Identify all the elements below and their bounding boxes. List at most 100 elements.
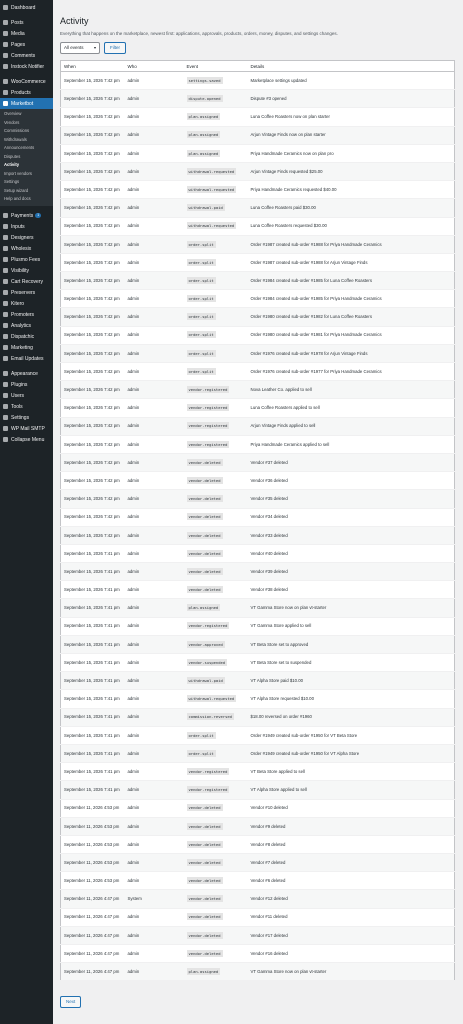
cell-details: Order #1984 created sub-order #1985 for … xyxy=(247,289,455,309)
cell-event: vendor.deleted xyxy=(183,871,248,891)
sidebar-item-users[interactable]: Users xyxy=(0,390,53,401)
sidebar-item-dashboard[interactable]: Dashboard xyxy=(0,2,53,13)
sidebar-item-wholesix[interactable]: Wholesix xyxy=(0,243,53,254)
cell-details: Vendor #33 deleted xyxy=(247,526,455,545)
cell-who: admin xyxy=(124,253,184,273)
cell-details: Vendor #17 deleted xyxy=(247,926,455,946)
sidebar-item-email-updates[interactable]: Email Updates xyxy=(0,353,53,364)
cell-details: Vendor #12 deleted xyxy=(247,889,455,909)
sidebar-item-posts[interactable]: Posts xyxy=(0,17,53,28)
event-code: vendor.registered xyxy=(186,786,230,794)
sidebar-item-label: Comments xyxy=(11,52,36,59)
sidebar-item-analytics[interactable]: Analytics xyxy=(0,320,53,331)
cell-event: withdrawal.requested xyxy=(183,689,248,709)
sidebar-item-settings[interactable]: Settings xyxy=(0,412,53,423)
sidebar-item-appearance[interactable]: Appearance xyxy=(0,368,53,379)
cell-event: vendor.deleted xyxy=(183,562,248,582)
sidebar-item-media[interactable]: Media xyxy=(0,28,53,39)
submenu-item-help-and-docs[interactable]: Help and docs xyxy=(0,195,53,204)
submenu-item-announcements[interactable]: Announcements xyxy=(0,144,53,153)
cell-details: Order #1949 created sub-order #1950 for … xyxy=(247,726,455,745)
table-row: September 15, 2026 7:41 pm admin order.spl… xyxy=(60,744,455,764)
cell-event: commission.reversed xyxy=(183,708,248,727)
event-code: vendor.registered xyxy=(186,767,230,775)
event-code: vendor.suspended xyxy=(186,658,228,666)
submenu-item-disputes[interactable]: Disputes xyxy=(0,153,53,162)
column-header-who: Who xyxy=(124,60,184,72)
submenu-item-overview[interactable]: Overview xyxy=(0,110,53,119)
sidebar-item-marketing[interactable]: Marketing xyxy=(0,342,53,353)
sidebar-item-tools[interactable]: Tools xyxy=(0,401,53,412)
submenu-item-vendors[interactable]: Vendors xyxy=(0,119,53,128)
sidebar-item-plugins[interactable]: Plugins xyxy=(0,379,53,390)
sidebar-item-comments[interactable]: Comments xyxy=(0,50,53,61)
sidebar-item-woocommerce[interactable]: WooCommerce xyxy=(0,76,53,87)
sidebar-item-plusmo-fees[interactable]: Plusmo Fees xyxy=(0,254,53,265)
sidebar-item-marketbot[interactable]: Marketbot xyxy=(0,98,53,109)
cell-who: admin xyxy=(124,544,184,564)
event-code: commission.reversed xyxy=(186,713,234,721)
event-code: plan.assigned xyxy=(186,113,221,121)
event-filter-select[interactable]: All events ▾ xyxy=(60,42,100,54)
submenu-item-settings[interactable]: Settings xyxy=(0,178,53,187)
tools-icon xyxy=(3,404,8,410)
sidebar-item-label: Preservers xyxy=(11,289,36,296)
sidebar-item-inputs[interactable]: Inputs xyxy=(0,221,53,232)
sidebar-item-payments[interactable]: Payments 1 xyxy=(0,210,53,221)
sidebar-item-visibility[interactable]: Visibility xyxy=(0,265,53,276)
sidebar-item-label: Cart Recovery xyxy=(11,278,43,285)
email-icon xyxy=(3,356,8,362)
cell-who: admin xyxy=(124,744,184,764)
sidebar-item-kitero[interactable]: Kitero xyxy=(0,298,53,309)
cell-event: vendor.deleted xyxy=(183,835,248,855)
next-page-button[interactable]: Next xyxy=(60,996,82,1009)
submenu-item-commissions[interactable]: Commissions xyxy=(0,127,53,136)
sidebar-item-label: Analytics xyxy=(11,322,32,329)
cell-event: vendor.deleted xyxy=(183,817,248,836)
submenu-item-activity[interactable]: Activity xyxy=(0,161,53,170)
sidebar-item-dispatchic[interactable]: Dispatchic xyxy=(0,331,53,342)
cell-event: order.split xyxy=(183,289,248,309)
submenu-item-import-vendors[interactable]: Import vendors xyxy=(0,170,53,179)
sidebar-item-cart-recovery[interactable]: Cart Recovery xyxy=(0,276,53,287)
cell-event: order.split xyxy=(183,271,248,291)
notification-badge: 1 xyxy=(35,213,42,219)
table-row: September 15, 2026 7:41 pm admin vendor.re… xyxy=(60,762,455,782)
submenu-item-withdrawals[interactable]: Withdrawals xyxy=(0,136,53,145)
cell-who: admin xyxy=(124,217,184,236)
sidebar-item-collapse-menu[interactable]: Collapse Menu xyxy=(0,434,53,445)
cell-when: September 15, 2026 7:41 pm xyxy=(60,544,125,564)
filter-button[interactable]: Filter xyxy=(104,42,126,54)
cell-when: September 15, 2026 7:41 pm xyxy=(60,744,125,764)
event-code: vendor.registered xyxy=(186,404,230,412)
submenu-item-setup-wizard[interactable]: Setup wizard xyxy=(0,187,53,196)
column-header-details: Details xyxy=(247,60,455,72)
store-icon xyxy=(3,101,8,106)
cell-event: vendor.deleted xyxy=(183,853,248,873)
sidebar-item-label: Marketing xyxy=(11,344,33,351)
sidebar-item-instock-notifier[interactable]: Instock Notifier xyxy=(0,61,53,72)
event-code: order.split xyxy=(186,731,216,739)
payments-icon xyxy=(3,213,8,219)
sidebar-item-promoters[interactable]: Promoters xyxy=(0,309,53,320)
sidebar-item-products[interactable]: Products xyxy=(0,87,53,98)
table-row: September 15, 2026 7:42 pm admin plan.assi… xyxy=(60,107,455,127)
cell-who: admin xyxy=(124,508,184,527)
kitero-icon xyxy=(3,301,8,307)
cell-when: September 15, 2026 7:42 pm xyxy=(60,417,125,436)
cell-event: vendor.deleted xyxy=(183,580,248,600)
sidebar-item-designers[interactable]: Designers xyxy=(0,232,53,243)
table-row: September 11, 2026 4:47 pm admin plan.assi… xyxy=(60,962,455,982)
table-row: September 15, 2026 7:42 pm admin vendor.de… xyxy=(60,526,455,545)
sidebar-item-pages[interactable]: Pages xyxy=(0,39,53,50)
cell-when: September 11, 2026 4:47 pm xyxy=(60,908,125,927)
cell-who: admin xyxy=(124,944,184,964)
table-row: September 15, 2026 7:41 pm admin vendor.de… xyxy=(60,580,455,600)
sidebar-item-preservers[interactable]: Preservers xyxy=(0,287,53,298)
event-code: vendor.deleted xyxy=(186,586,223,594)
event-code: vendor.deleted xyxy=(186,495,223,503)
sidebar-item-wp-mail-smtp[interactable]: WP Mail SMTP xyxy=(0,423,53,434)
event-code: plan.assigned xyxy=(186,149,221,157)
sidebar-item-label: Plusmo Fees xyxy=(11,256,41,263)
cell-who: admin xyxy=(124,180,184,200)
